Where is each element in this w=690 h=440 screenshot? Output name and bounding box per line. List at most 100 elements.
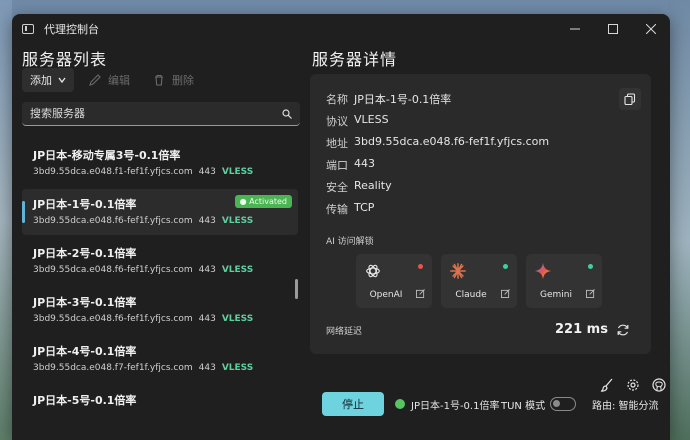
list-item[interactable]: JP日本-2号-0.1倍率 3bd9.55dca.e048.f6-fef1f.y…	[22, 238, 298, 284]
address-text: 3bd9.55dca.e048.f1-fef1f.yfjcs.com	[33, 167, 193, 177]
detail-row-port: 端口 443	[326, 157, 375, 173]
status-bar: 停止 JP日本-1号-0.1倍率 TUN 模式 路由: 智能分流	[12, 392, 670, 440]
list-item-address: 3bd9.55dca.e048.f7-fef1f.yfjcs.com 443 VLE…	[33, 363, 253, 373]
port-text: 443	[198, 363, 216, 373]
refresh-icon[interactable]	[616, 323, 630, 337]
latency-value: 221 ms	[555, 322, 608, 337]
app-window: 代理控制台 服务器列表 添加 编辑 删除 搜索服务器 JP日本-移动专属3号-0…	[12, 14, 670, 440]
server-list-title: 服务器列表	[22, 50, 108, 69]
window-title: 代理控制台	[44, 23, 99, 36]
detail-key: 地址	[326, 137, 348, 150]
server-details-panel: 服务器详情 名称 JP日本-1号-0.1倍率 协议 VLESS 地址 3bd9.55d…	[310, 44, 670, 440]
window-controls	[556, 14, 670, 44]
ai-card-claude[interactable]: Claude	[441, 254, 517, 308]
detail-value: 3bd9.55dca.e048.f6-fef1f.yfjcs.com	[354, 135, 550, 148]
sidebar-toggle-icon[interactable]	[22, 24, 34, 34]
detail-value: VLESS	[354, 113, 389, 126]
detail-value: TCP	[354, 201, 375, 214]
ai-card-gemini[interactable]: Gemini	[526, 254, 602, 308]
protocol-text: VLESS	[221, 314, 254, 324]
chevron-down-icon	[58, 77, 66, 84]
search-box	[22, 102, 300, 126]
brush-icon[interactable]	[600, 378, 614, 392]
list-item[interactable]: JP日本-移动专属3号-0.1倍率 3bd9.55dca.e048.f1-fef…	[22, 140, 298, 186]
list-item-name: JP日本-3号-0.1倍率	[33, 296, 137, 309]
minimize-button[interactable]	[556, 14, 594, 44]
desktop-background-left	[0, 0, 12, 440]
copy-button[interactable]	[619, 88, 641, 110]
status-dot	[588, 264, 593, 269]
list-item-name: JP日本-移动专属3号-0.1倍率	[33, 149, 181, 162]
protocol-text: VLESS	[221, 265, 254, 275]
list-item-name: JP日本-1号-0.1倍率	[33, 198, 137, 211]
stop-button[interactable]: 停止	[322, 392, 384, 416]
minimize-icon	[570, 28, 580, 30]
detail-row-security: 安全 Reality	[326, 179, 392, 195]
external-link-icon	[416, 289, 425, 298]
github-icon[interactable]	[652, 378, 666, 392]
edit-button[interactable]: 编辑	[80, 68, 138, 92]
ai-service-name: Claude	[455, 290, 487, 300]
ai-card-openai[interactable]: OpenAI	[356, 254, 432, 308]
status-dot	[418, 264, 423, 269]
list-item-address: 3bd9.55dca.e048.f6-fef1f.yfjcs.com 443 VLE…	[33, 265, 253, 275]
close-icon	[646, 24, 656, 34]
delete-label: 删除	[172, 74, 194, 87]
claude-icon	[450, 263, 466, 279]
titlebar: 代理控制台	[12, 14, 670, 44]
maximize-icon	[608, 24, 618, 34]
route-mode-label[interactable]: 路由: 智能分流	[592, 397, 659, 412]
status-badge: ● Activated	[234, 195, 292, 208]
server-list-panel: 服务器列表 添加 编辑 删除 3bd9.55dca.e048.f1-fef1f.…	[12, 44, 308, 440]
tun-mode-label: TUN 模式	[501, 401, 546, 412]
pencil-icon	[89, 74, 101, 86]
address-text: 3bd9.55dca.e048.f6-fef1f.yfjcs.com	[33, 216, 193, 226]
list-item[interactable]: JP日本-3号-0.1倍率 3bd9.55dca.e048.f6-fef1f.y…	[22, 287, 298, 333]
protocol-text: VLESS	[221, 167, 254, 177]
copy-icon	[624, 93, 636, 105]
edit-label: 编辑	[108, 74, 130, 87]
maximize-button[interactable]	[594, 14, 632, 44]
tun-mode-toggle[interactable]	[550, 397, 576, 411]
list-item-partial[interactable]: 3bd9.55dca.e048.f1-fef1f.yfjcs.com	[22, 132, 298, 138]
delete-button[interactable]: 删除	[144, 68, 202, 92]
list-item-selected[interactable]: JP日本-1号-0.1倍率 ● Activated 3bd9.55dca.e04…	[22, 189, 298, 235]
ai-service-name: OpenAI	[369, 290, 403, 300]
list-item-name: JP日本-4号-0.1倍率	[33, 345, 137, 358]
external-link-icon	[501, 289, 510, 298]
detail-key: 名称	[326, 93, 348, 106]
detail-row-address: 地址 3bd9.55dca.e048.f6-fef1f.yfjcs.com	[326, 135, 549, 151]
list-scrollbar[interactable]	[295, 279, 298, 299]
detail-row-transport: 传输 TCP	[326, 201, 374, 217]
address-text: 3bd9.55dca.e048.f6-fef1f.yfjcs.com	[33, 265, 193, 275]
list-item-address: 3bd9.55dca.e048.f6-fef1f.yfjcs.com 443 VLE…	[33, 314, 253, 324]
address-text: 3bd9.55dca.e048.f7-fef1f.yfjcs.com	[33, 363, 193, 373]
list-item-address: 3bd9.55dca.e048.f1-fef1f.yfjcs.com 443 VLE…	[33, 167, 253, 177]
detail-key: 传输	[326, 203, 348, 216]
latency-label: 网络延迟	[326, 327, 363, 337]
port-text: 443	[198, 167, 216, 177]
search-icon[interactable]	[282, 108, 292, 119]
desktop-background-right	[668, 0, 690, 440]
detail-key: 端口	[326, 159, 348, 172]
ai-unlock-label: AI 访问解锁	[326, 237, 374, 247]
gear-icon[interactable]	[626, 378, 640, 392]
list-item[interactable]: JP日本-4号-0.1倍率 3bd9.55dca.e048.f7-fef1f.y…	[22, 336, 298, 382]
close-button[interactable]	[632, 14, 670, 44]
server-toolbar: 添加 编辑 删除	[22, 68, 202, 92]
port-text: 443	[198, 265, 216, 275]
gemini-icon	[534, 262, 552, 280]
connection-status-dot	[395, 399, 405, 409]
list-item-address: 3bd9.55dca.e048.f6-fef1f.yfjcs.com 443 VLE…	[33, 216, 253, 226]
detail-value: 443	[354, 157, 375, 170]
protocol-text: VLESS	[221, 216, 254, 226]
status-dot	[503, 264, 508, 269]
search-input[interactable]	[30, 107, 282, 120]
port-text: 443	[198, 216, 216, 226]
detail-row-protocol: 协议 VLESS	[326, 113, 389, 129]
add-button[interactable]: 添加	[22, 68, 74, 92]
connected-server-name: JP日本-1号-0.1倍率	[411, 401, 500, 412]
selection-indicator	[22, 201, 25, 223]
detail-key: 协议	[326, 115, 348, 128]
details-card: 名称 JP日本-1号-0.1倍率 协议 VLESS 地址 3bd9.55dca.e04…	[310, 74, 651, 354]
